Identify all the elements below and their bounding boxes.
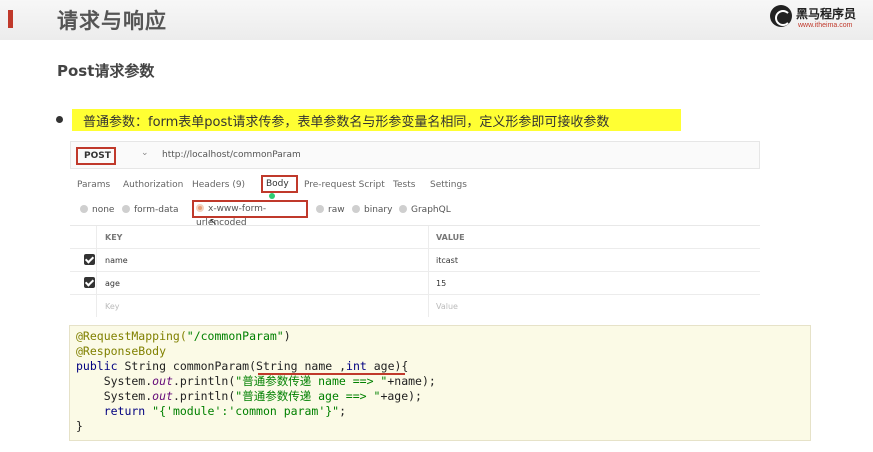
section-subtitle: Post请求参数 bbox=[57, 62, 155, 80]
tab-settings[interactable]: Settings bbox=[430, 180, 467, 190]
table-header-row: KEY VALUE bbox=[70, 226, 760, 249]
table-row: age 15 bbox=[70, 272, 760, 295]
radio-icon bbox=[316, 205, 324, 213]
code-text: } bbox=[76, 419, 83, 433]
code-text: System. bbox=[76, 389, 153, 403]
radio-graphql[interactable]: GraphQL bbox=[399, 205, 451, 215]
code-field: out bbox=[152, 389, 173, 403]
code-string: "普通参数传递 name ==> " bbox=[235, 374, 388, 388]
code-field: out bbox=[152, 374, 173, 388]
code-annotation: @RequestMapping( bbox=[76, 329, 187, 343]
tab-body-label: Body bbox=[266, 179, 289, 189]
code-string: "/commonParam" bbox=[186, 329, 284, 343]
code-line: } bbox=[76, 419, 83, 434]
tab-body[interactable]: Body bbox=[261, 175, 298, 199]
radio-x-www-form-urlencoded[interactable]: x-www-form-urlencoded bbox=[192, 200, 308, 228]
radio-selected-icon bbox=[196, 204, 204, 212]
status-dot-icon bbox=[269, 193, 275, 199]
key-input[interactable]: Key bbox=[105, 302, 120, 311]
code-annotation: @ResponseBody bbox=[76, 344, 167, 358]
radio-icon bbox=[399, 205, 407, 213]
code-text: age){ bbox=[366, 359, 409, 373]
radio-label: binary bbox=[364, 205, 393, 215]
bullet-dot bbox=[56, 116, 63, 123]
code-line: System.out.println("普通参数传递 name ==> "+na… bbox=[76, 374, 436, 389]
checkbox-checked-icon[interactable] bbox=[84, 254, 95, 265]
bullet-text: 普通参数：form表单post请求传参，表单参数名与形参变量名相同，定义形参即可… bbox=[83, 115, 610, 130]
url-input[interactable]: http://localhost/commonParam bbox=[162, 150, 301, 160]
slide-title: 请求与响应 bbox=[57, 9, 167, 33]
radio-binary[interactable]: binary bbox=[352, 205, 392, 215]
radio-label: none bbox=[92, 205, 115, 215]
code-keyword: public bbox=[76, 359, 118, 373]
radio-raw[interactable]: raw bbox=[316, 205, 345, 215]
row-value[interactable]: 15 bbox=[436, 279, 446, 288]
radio-none[interactable]: none bbox=[80, 205, 114, 215]
code-line: @RequestMapping("/commonParam") bbox=[76, 329, 291, 344]
brand-logo: 黑马程序员 www.itheima.com bbox=[770, 3, 870, 35]
logo-name: 黑马程序员 bbox=[796, 7, 857, 21]
code-text: ; bbox=[339, 404, 347, 418]
code-text: System. bbox=[76, 374, 153, 388]
code-text: String commonParam(String name , bbox=[117, 359, 347, 373]
code-line: @ResponseBody bbox=[76, 344, 166, 359]
radio-label: GraphQL bbox=[411, 205, 451, 215]
request-url-bar: POST ⌄ http://localhost/commonParam bbox=[70, 141, 760, 169]
row-key[interactable]: age bbox=[105, 279, 120, 288]
code-line: System.out.println("普通参数传递 age ==> "+age… bbox=[76, 389, 422, 404]
code-line: return "{'module':'common param'}"; bbox=[76, 404, 346, 419]
code-line: public String commonParam(String name ,i… bbox=[76, 359, 408, 374]
header-key: KEY bbox=[105, 233, 123, 242]
tab-params[interactable]: Params bbox=[77, 180, 110, 190]
radio-form-data[interactable]: form-data bbox=[122, 205, 179, 215]
table-row-empty: Key Value bbox=[70, 295, 760, 318]
code-text: .println( bbox=[172, 374, 236, 388]
tab-authorization[interactable]: Authorization bbox=[123, 180, 183, 190]
code-keyword: return bbox=[76, 404, 146, 418]
row-value[interactable]: itcast bbox=[436, 256, 458, 265]
row-key[interactable]: name bbox=[105, 256, 128, 265]
radio-label: form-data bbox=[134, 205, 179, 215]
code-text: +name); bbox=[387, 374, 436, 388]
code-text: ) bbox=[283, 329, 291, 343]
radio-icon bbox=[352, 205, 360, 213]
logo-icon bbox=[770, 5, 792, 27]
radio-icon bbox=[80, 205, 88, 213]
postman-panel: POST ⌄ http://localhost/commonParam Para… bbox=[70, 137, 762, 317]
radio-label: raw bbox=[328, 205, 345, 215]
code-text: .println( bbox=[172, 389, 236, 403]
code-text: +age); bbox=[380, 389, 422, 403]
checkbox-checked-icon[interactable] bbox=[84, 277, 95, 288]
code-keyword: int bbox=[346, 359, 367, 373]
chevron-down-icon[interactable]: ⌄ bbox=[141, 148, 149, 158]
header-value: VALUE bbox=[436, 233, 465, 242]
table-row: name itcast bbox=[70, 249, 760, 272]
code-string: "普通参数传递 age ==> " bbox=[235, 389, 381, 403]
code-block: @RequestMapping("/commonParam") @Respons… bbox=[69, 325, 811, 441]
code-string: "{'module':'common param'}" bbox=[145, 404, 340, 418]
value-input[interactable]: Value bbox=[436, 302, 458, 311]
tab-tests[interactable]: Tests bbox=[393, 180, 415, 190]
tab-headers[interactable]: Headers (9) bbox=[192, 180, 245, 190]
logo-url: www.itheima.com bbox=[798, 22, 853, 29]
tab-pre-request-script[interactable]: Pre-request Script bbox=[304, 180, 385, 190]
radio-icon bbox=[122, 205, 130, 213]
method-select[interactable]: POST bbox=[76, 147, 116, 165]
title-accent-bar bbox=[8, 10, 13, 28]
params-table: KEY VALUE name itcast age 15 Key Value bbox=[70, 225, 760, 318]
